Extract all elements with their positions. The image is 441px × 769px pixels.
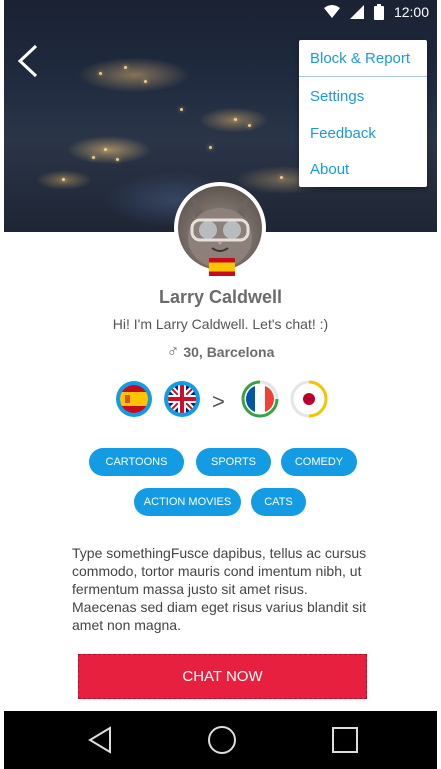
signal-icon: [349, 5, 364, 19]
age-location-text: 30, Barcelona: [183, 344, 275, 360]
french-language-icon: [241, 380, 279, 418]
menu-item-block-report[interactable]: Block & Report: [299, 41, 427, 77]
back-button[interactable]: [14, 44, 44, 78]
japanese-language-icon: [290, 380, 328, 418]
battery-icon: [373, 4, 384, 20]
profile-bio: Hi! I'm Larry Caldwell. Let's chat! :): [112, 316, 329, 332]
chevron-left-icon: [17, 44, 38, 78]
menu-divider: [299, 76, 427, 77]
wifi-icon: [323, 5, 340, 18]
interest-tag-cartoons[interactable]: CARTOONS: [89, 448, 184, 476]
status-time: 12:00: [393, 4, 429, 20]
overflow-menu: Block & Report Settings Feedback About: [299, 40, 427, 187]
spain-flag-icon: [209, 258, 235, 276]
back-icon[interactable]: [84, 724, 116, 756]
recents-icon[interactable]: [329, 724, 361, 756]
menu-item-about[interactable]: About: [299, 152, 427, 188]
chat-now-button[interactable]: CHAT NOW: [78, 654, 367, 699]
interest-tag-cats[interactable]: CATS: [251, 488, 306, 516]
profile-description: Type somethingFusce dapibus, tellus ac c…: [72, 545, 367, 633]
interest-tag-sports[interactable]: SPORTS: [196, 448, 271, 476]
male-gender-icon: ♂: [166, 342, 180, 361]
home-icon[interactable]: [206, 724, 238, 756]
profile-name: Larry Caldwell: [158, 287, 283, 307]
menu-item-settings[interactable]: Settings: [299, 79, 427, 115]
navigation-bar: [4, 711, 437, 769]
interest-tag-comedy[interactable]: COMEDY: [281, 448, 357, 476]
spanish-language-icon: [116, 381, 152, 417]
profile-age-location: ♂ 30, Barcelona: [4, 342, 437, 362]
language-separator: >: [212, 389, 225, 414]
menu-item-feedback[interactable]: Feedback: [299, 116, 427, 152]
status-bar: 12:00: [4, 0, 437, 26]
english-language-icon: [164, 381, 200, 417]
phone-screen: 12:00 Block & Report Settings Feedback A…: [4, 0, 437, 769]
interest-tag-action-movies[interactable]: ACTION MOVIES: [134, 488, 241, 516]
